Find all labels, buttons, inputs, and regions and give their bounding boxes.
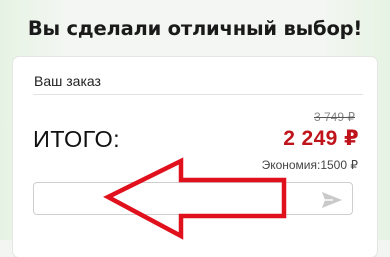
send-button[interactable] — [321, 191, 343, 209]
order-summary-card: Ваш заказ 3 749 ₽ ИТОГО: 2 249 ₽ Экономи… — [13, 57, 377, 257]
page-title: Вы сделали отличный выбор! — [27, 17, 363, 40]
order-title: Ваш заказ — [34, 73, 101, 89]
old-price: 3 749 ₽ — [314, 110, 355, 124]
promo-code-field — [33, 182, 353, 215]
total-label: ИТОГО: — [33, 126, 121, 152]
page-background: Вы сделали отличный выбор! Ваш заказ 3 7… — [0, 0, 390, 257]
savings-text: Экономия:1500 ₽ — [261, 158, 358, 172]
promo-code-input[interactable] — [42, 190, 316, 210]
divider — [33, 94, 363, 95]
send-icon — [322, 192, 342, 208]
total-price: 2 249 ₽ — [283, 127, 359, 150]
